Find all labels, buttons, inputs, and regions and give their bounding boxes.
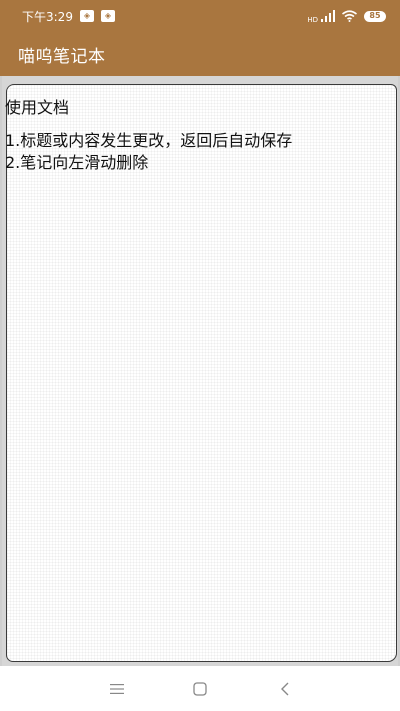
cellular-signal-icon [321, 10, 335, 22]
home-button[interactable] [188, 677, 212, 701]
status-right: HD 85 [307, 9, 386, 24]
app-notification-icon: ◈ [100, 10, 115, 22]
content-area: 使用文档 1.标题或内容发生更改，返回后自动保存 2.笔记向左滑动删除 [0, 76, 400, 666]
battery-icon: 85 [364, 10, 386, 22]
back-button[interactable] [273, 677, 297, 701]
app-bar: 喵呜笔记本 [0, 32, 400, 76]
status-left: 下午3:29 ◈ ◈ [22, 8, 115, 25]
note-line: 1.标题或内容发生更改，返回后自动保存 [5, 131, 293, 150]
status-bar: 下午3:29 ◈ ◈ HD 85 [0, 0, 400, 32]
note-title: 使用文档 [5, 98, 70, 117]
status-time: 下午3:29 [22, 9, 73, 24]
note-line: 2.笔记向左滑动删除 [5, 153, 149, 172]
note-card[interactable]: 使用文档 1.标题或内容发生更改，返回后自动保存 2.笔记向左滑动删除 [5, 84, 397, 662]
note-body[interactable]: 使用文档 1.标题或内容发生更改，返回后自动保存 2.笔记向左滑动删除 [5, 97, 397, 174]
network-type-label: HD [307, 15, 318, 24]
menu-icon [110, 684, 124, 694]
app-notification-icon: ◈ [79, 10, 94, 22]
app-title: 喵呜笔记本 [18, 46, 106, 67]
battery-level: 85 [369, 11, 381, 20]
home-icon [193, 682, 207, 696]
wifi-icon [342, 10, 357, 22]
back-icon [281, 682, 289, 696]
recent-apps-button[interactable] [105, 677, 129, 701]
